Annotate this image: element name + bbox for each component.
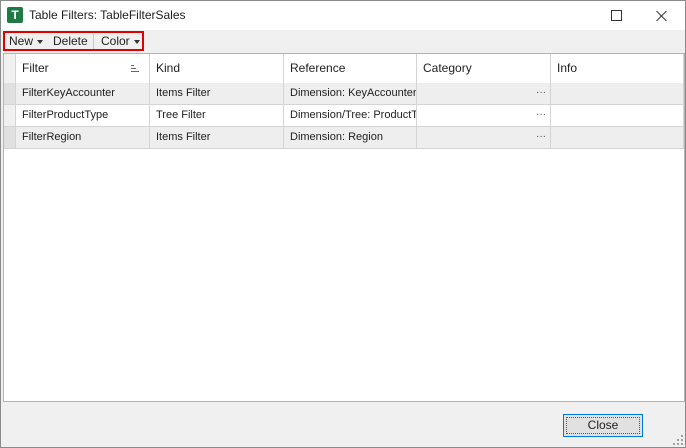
row-indicator-header [4, 54, 16, 83]
column-header-label: Info [557, 61, 578, 75]
column-header-filter[interactable]: Filter [16, 54, 150, 83]
ellipsis-button[interactable]: ··· [536, 105, 546, 124]
kind-cell[interactable]: Items Filter [150, 127, 284, 148]
filter-cell[interactable]: FilterKeyAccounter [16, 83, 150, 104]
row-indicator[interactable] [4, 83, 16, 104]
info-cell[interactable] [551, 127, 684, 148]
delete-label: Delete [53, 34, 88, 48]
kind-cell[interactable]: Tree Filter [150, 105, 284, 126]
column-header-label: Filter [22, 61, 49, 75]
filters-grid: Filter Kind Reference Category Info Filt… [3, 53, 685, 402]
grid-header-row: Filter Kind Reference Category Info [4, 54, 684, 84]
table-filters-dialog: T Table Filters: TableFilterSales New De… [0, 0, 686, 448]
category-cell[interactable]: ··· [417, 105, 551, 126]
color-label: Color [101, 34, 130, 48]
maximize-icon [610, 10, 622, 21]
toolbar-separator [93, 34, 94, 49]
dropdown-caret-icon [37, 39, 44, 44]
column-header-kind[interactable]: Kind [150, 54, 284, 83]
close-button[interactable]: Close [563, 414, 643, 437]
column-header-label: Kind [156, 61, 181, 75]
category-cell[interactable]: ··· [417, 127, 551, 148]
table-row[interactable]: FilterProductType Tree Filter Dimension/… [4, 105, 684, 127]
filter-cell[interactable]: FilterProductType [16, 105, 150, 126]
close-icon [656, 10, 668, 22]
table-row[interactable]: FilterKeyAccounter Items Filter Dimensio… [4, 83, 684, 105]
reference-cell[interactable]: Dimension/Tree: ProductType [284, 105, 417, 126]
column-header-label: Category [423, 61, 472, 75]
delete-button[interactable]: Delete [53, 33, 88, 50]
column-header-reference[interactable]: Reference [284, 54, 417, 83]
table-row[interactable]: FilterRegion Items Filter Dimension: Reg… [4, 127, 684, 149]
color-menu-button[interactable]: Color [101, 33, 140, 50]
new-label: New [9, 34, 34, 48]
filter-cell[interactable]: FilterRegion [16, 127, 150, 148]
kind-cell[interactable]: Items Filter [150, 83, 284, 104]
maximize-button[interactable] [593, 1, 639, 30]
category-cell[interactable]: ··· [417, 83, 551, 104]
info-cell[interactable] [551, 105, 684, 126]
window-close-button[interactable] [639, 1, 685, 30]
column-header-label: Reference [290, 61, 346, 75]
title-bar: T Table Filters: TableFilterSales [1, 1, 685, 30]
row-indicator[interactable] [4, 127, 16, 148]
row-indicator[interactable] [4, 105, 16, 126]
reference-cell[interactable]: Dimension: Region [284, 127, 417, 148]
app-icon: T [7, 7, 23, 23]
dropdown-caret-icon [133, 39, 140, 44]
column-header-info[interactable]: Info [551, 54, 684, 83]
ellipsis-button[interactable]: ··· [536, 83, 546, 102]
info-cell[interactable] [551, 83, 684, 104]
new-menu-button[interactable]: New [9, 33, 44, 50]
column-header-category[interactable]: Category [417, 54, 551, 83]
reference-cell[interactable]: Dimension: KeyAccounter [284, 83, 417, 104]
toolbar: New Delete Color [1, 30, 685, 52]
sort-icon [131, 65, 139, 73]
ellipsis-button[interactable]: ··· [536, 127, 546, 146]
window-title: Table Filters: TableFilterSales [29, 8, 186, 22]
resize-grip-icon[interactable] [673, 435, 683, 445]
close-button-label: Close [566, 417, 640, 434]
